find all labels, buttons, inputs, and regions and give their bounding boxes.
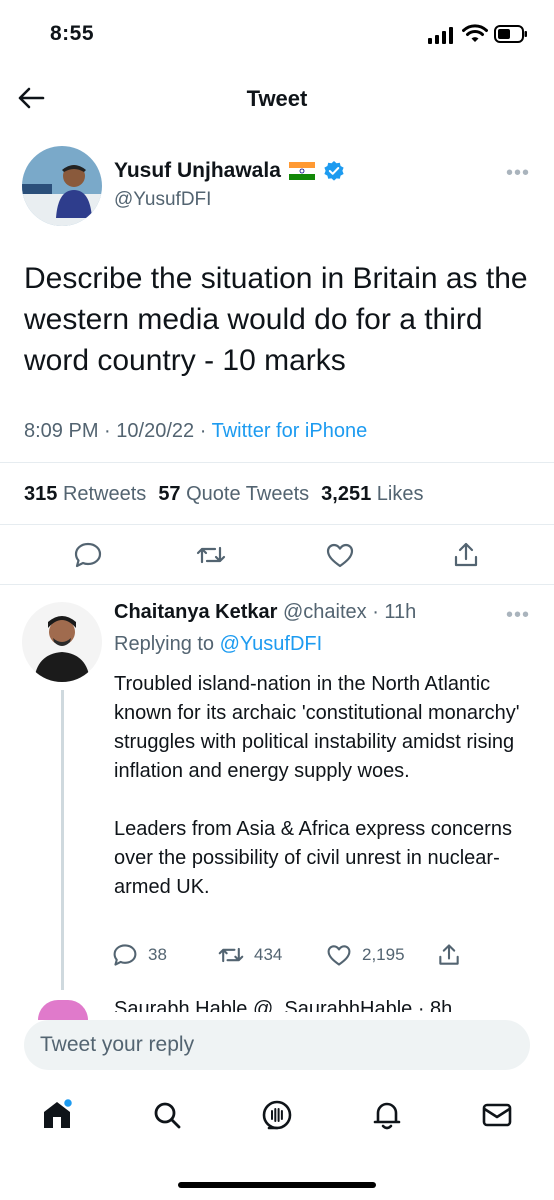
next-reply-avatar[interactable]	[38, 1000, 88, 1020]
reply-age: · 11h	[372, 601, 417, 623]
tweet-stats: 315 Retweets 57 Quote Tweets 3,251 Likes	[24, 483, 424, 506]
more-options-icon[interactable]: •••	[506, 162, 530, 185]
divider	[0, 524, 554, 525]
reply-count: 38	[148, 945, 167, 964]
author-handle[interactable]: @YusufDFI	[114, 189, 211, 211]
author-name[interactable]: Yusuf Unjhawala	[114, 159, 281, 183]
tweet-source-link[interactable]: Twitter for iPhone	[212, 420, 368, 442]
reply-reply-button[interactable]: 38	[112, 942, 167, 968]
replying-to-mention[interactable]: @YusufDFI	[220, 633, 323, 655]
reply-header: Chaitanya Ketkar @chaitex · 11h	[114, 601, 416, 624]
divider	[0, 584, 554, 585]
page-title: Tweet	[246, 86, 308, 111]
reply-text: Troubled island-nation in the North Atla…	[114, 670, 534, 931]
cellular-signal-icon	[428, 27, 453, 44]
messages-icon[interactable]	[480, 1098, 514, 1132]
avatar[interactable]	[22, 146, 102, 226]
next-reply-header: Saurabh Hable @_SaurabhHable · 8h	[114, 998, 453, 1012]
reply-like-button[interactable]: 2,195	[326, 942, 405, 968]
reply-avatar[interactable]	[22, 602, 102, 682]
tweet-text: Describe the situation in Britain as the…	[24, 262, 528, 377]
tweet-author[interactable]: Yusuf Unjhawala	[114, 159, 345, 183]
retweet-icon	[218, 947, 244, 963]
status-time: 8:55	[50, 22, 95, 45]
home-indicator	[178, 1182, 376, 1188]
likes-count: 3,251	[321, 483, 372, 505]
notifications-icon[interactable]	[370, 1098, 404, 1132]
wifi-icon	[462, 24, 488, 42]
retweet-count: 434	[254, 945, 283, 964]
like-icon[interactable]	[325, 540, 355, 570]
retweets-count: 315	[24, 483, 58, 505]
thread-line	[61, 690, 64, 990]
verified-badge-icon	[324, 161, 344, 181]
separator: ·	[199, 420, 207, 442]
reply-retweet-button[interactable]: 434	[218, 942, 282, 968]
tweet-metadata: 8:09 PM · 10/20/22 · Twitter for iPhone	[24, 420, 367, 443]
separator: ·	[104, 420, 111, 442]
like-count: 2,195	[362, 945, 405, 964]
like-icon	[327, 945, 351, 966]
divider	[0, 462, 554, 463]
retweets-label: Retweets	[62, 483, 147, 505]
reply-paragraph: Troubled island-nation in the North Atla…	[114, 673, 520, 782]
likes-stat[interactable]: 3,251 Likes	[321, 483, 423, 506]
tweet-date: 10/20/22	[116, 420, 195, 442]
reply-author-name[interactable]: Chaitanya Ketkar	[114, 601, 277, 623]
spaces-icon[interactable]	[260, 1098, 294, 1132]
home-icon[interactable]	[40, 1098, 74, 1132]
tweet-time: 8:09 PM	[24, 420, 99, 442]
reply-more-options-icon[interactable]: •••	[506, 604, 530, 627]
replying-prefix: Replying to	[114, 633, 215, 655]
replying-to: Replying to @YusufDFI	[114, 633, 322, 656]
quotes-label: Quote Tweets	[186, 483, 310, 505]
battery-icon	[494, 25, 527, 43]
reply-share-icon[interactable]	[436, 942, 462, 968]
share-icon[interactable]	[451, 540, 481, 570]
reply-author-handle[interactable]: @chaitex	[283, 601, 367, 623]
quotes-count: 57	[158, 483, 181, 505]
likes-label: Likes	[376, 483, 424, 505]
india-flag-icon	[288, 162, 315, 180]
retweets-stat[interactable]: 315 Retweets	[24, 483, 146, 506]
search-icon[interactable]	[150, 1098, 184, 1132]
reply-input[interactable]: Tweet your reply	[24, 1020, 530, 1070]
reply-icon[interactable]	[73, 540, 103, 570]
reply-icon	[113, 944, 137, 966]
reply-paragraph: Leaders from Asia & Africa express conce…	[114, 818, 512, 898]
quotes-stat[interactable]: 57 Quote Tweets	[158, 483, 309, 506]
retweet-icon[interactable]	[196, 540, 226, 570]
